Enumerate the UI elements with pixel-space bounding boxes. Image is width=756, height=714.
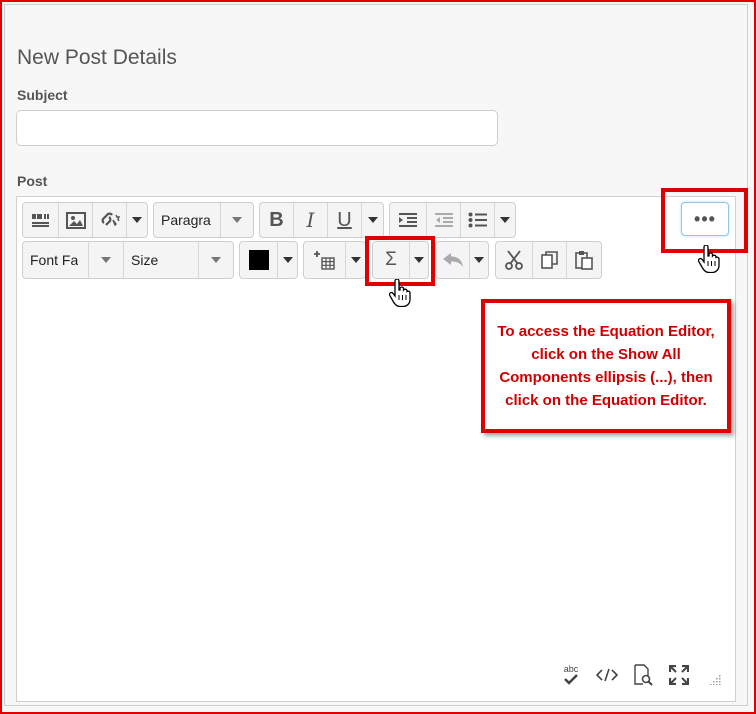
indent-icon	[399, 213, 417, 227]
instruction-callout: To access the Equation Editor, click on …	[481, 299, 731, 433]
insert-table-icon	[313, 251, 335, 270]
text-color-icon	[248, 250, 269, 270]
page-title: New Post Details	[17, 46, 177, 69]
source-code-button[interactable]	[595, 664, 619, 686]
show-all-components-button[interactable]: •••	[681, 202, 729, 236]
undo-group	[435, 241, 489, 279]
chevron-down-icon	[500, 217, 510, 223]
insert-image-icon	[65, 211, 86, 229]
text-color-button[interactable]	[240, 242, 278, 278]
indent-button[interactable]	[390, 203, 427, 237]
spellcheck-button[interactable]: abc	[560, 664, 582, 686]
subject-label: Subject	[17, 87, 68, 103]
insert-stuff-button[interactable]	[23, 203, 59, 237]
undo-button[interactable]	[436, 242, 470, 278]
undo-icon	[442, 253, 463, 267]
clipboard-group	[495, 241, 602, 279]
subject-input[interactable]	[16, 110, 498, 146]
fullscreen-icon	[669, 665, 689, 685]
copy-button[interactable]	[533, 242, 567, 278]
insert-image-button[interactable]	[59, 203, 93, 237]
font-family-dropdown[interactable]	[89, 242, 124, 278]
bullet-list-button[interactable]	[461, 203, 495, 237]
size-value: Size	[131, 252, 159, 268]
paragraph-select-value: Paragra	[161, 212, 211, 228]
spellcheck-icon	[564, 674, 578, 685]
insert-link-button[interactable]	[93, 203, 127, 237]
preview-button[interactable]	[632, 664, 654, 686]
chevron-down-icon	[232, 217, 242, 223]
paste-button[interactable]	[567, 242, 601, 278]
copy-icon	[540, 251, 558, 269]
chevron-down-icon	[474, 257, 484, 263]
hand-cursor-icon	[698, 245, 720, 273]
chevron-down-icon	[367, 217, 378, 223]
chevron-down-icon	[132, 217, 142, 223]
chevron-down-icon	[211, 257, 221, 263]
text-style-dropdown[interactable]	[362, 203, 383, 237]
bullet-list-dropdown[interactable]	[495, 203, 515, 237]
size-select[interactable]: Size	[124, 242, 199, 278]
cut-icon	[505, 250, 523, 270]
underline-icon: U	[337, 208, 352, 231]
resize-handle-icon	[710, 675, 721, 685]
text-style-group: B I U	[259, 202, 384, 238]
insert-table-button[interactable]	[304, 242, 346, 278]
italic-button[interactable]: I	[294, 203, 328, 237]
resize-handle[interactable]	[708, 672, 722, 686]
bold-button[interactable]: B	[260, 203, 294, 237]
paragraph-select[interactable]: Paragra	[153, 202, 254, 238]
font-family-value: Font Fa	[30, 252, 79, 268]
size-dropdown[interactable]	[199, 242, 233, 278]
chevron-down-icon	[101, 257, 111, 263]
insert-table-dropdown[interactable]	[346, 242, 365, 278]
insert-group	[22, 202, 148, 238]
fullscreen-button[interactable]	[668, 664, 690, 686]
hand-cursor-icon	[389, 279, 411, 307]
chevron-down-icon	[282, 257, 293, 263]
font-group: Font Fa Size	[22, 241, 234, 279]
outdent-icon	[434, 213, 453, 227]
paragraph-group	[389, 202, 516, 238]
text-color-picker	[239, 241, 298, 279]
post-label: Post	[17, 173, 48, 189]
underline-button[interactable]: U	[328, 203, 362, 237]
chevron-down-icon	[350, 257, 361, 263]
text-color-dropdown[interactable]	[278, 242, 297, 278]
italic-icon: I	[306, 208, 315, 232]
insert-stuff-icon	[31, 214, 49, 227]
font-family-select[interactable]: Font Fa	[23, 242, 89, 278]
outdent-button[interactable]	[427, 203, 461, 237]
table-group	[303, 241, 366, 279]
paste-icon	[575, 251, 593, 270]
bold-icon: B	[269, 208, 284, 231]
callout-text: To access the Equation Editor, click on …	[497, 323, 715, 409]
source-code-icon	[596, 668, 618, 682]
insert-link-dropdown[interactable]	[127, 203, 147, 237]
bullet-list-icon	[468, 212, 487, 228]
insert-link-icon	[101, 212, 120, 227]
spellcheck-label: abc	[563, 664, 579, 674]
undo-dropdown[interactable]	[470, 242, 488, 278]
preview-icon	[634, 664, 653, 686]
cut-button[interactable]	[496, 242, 533, 278]
